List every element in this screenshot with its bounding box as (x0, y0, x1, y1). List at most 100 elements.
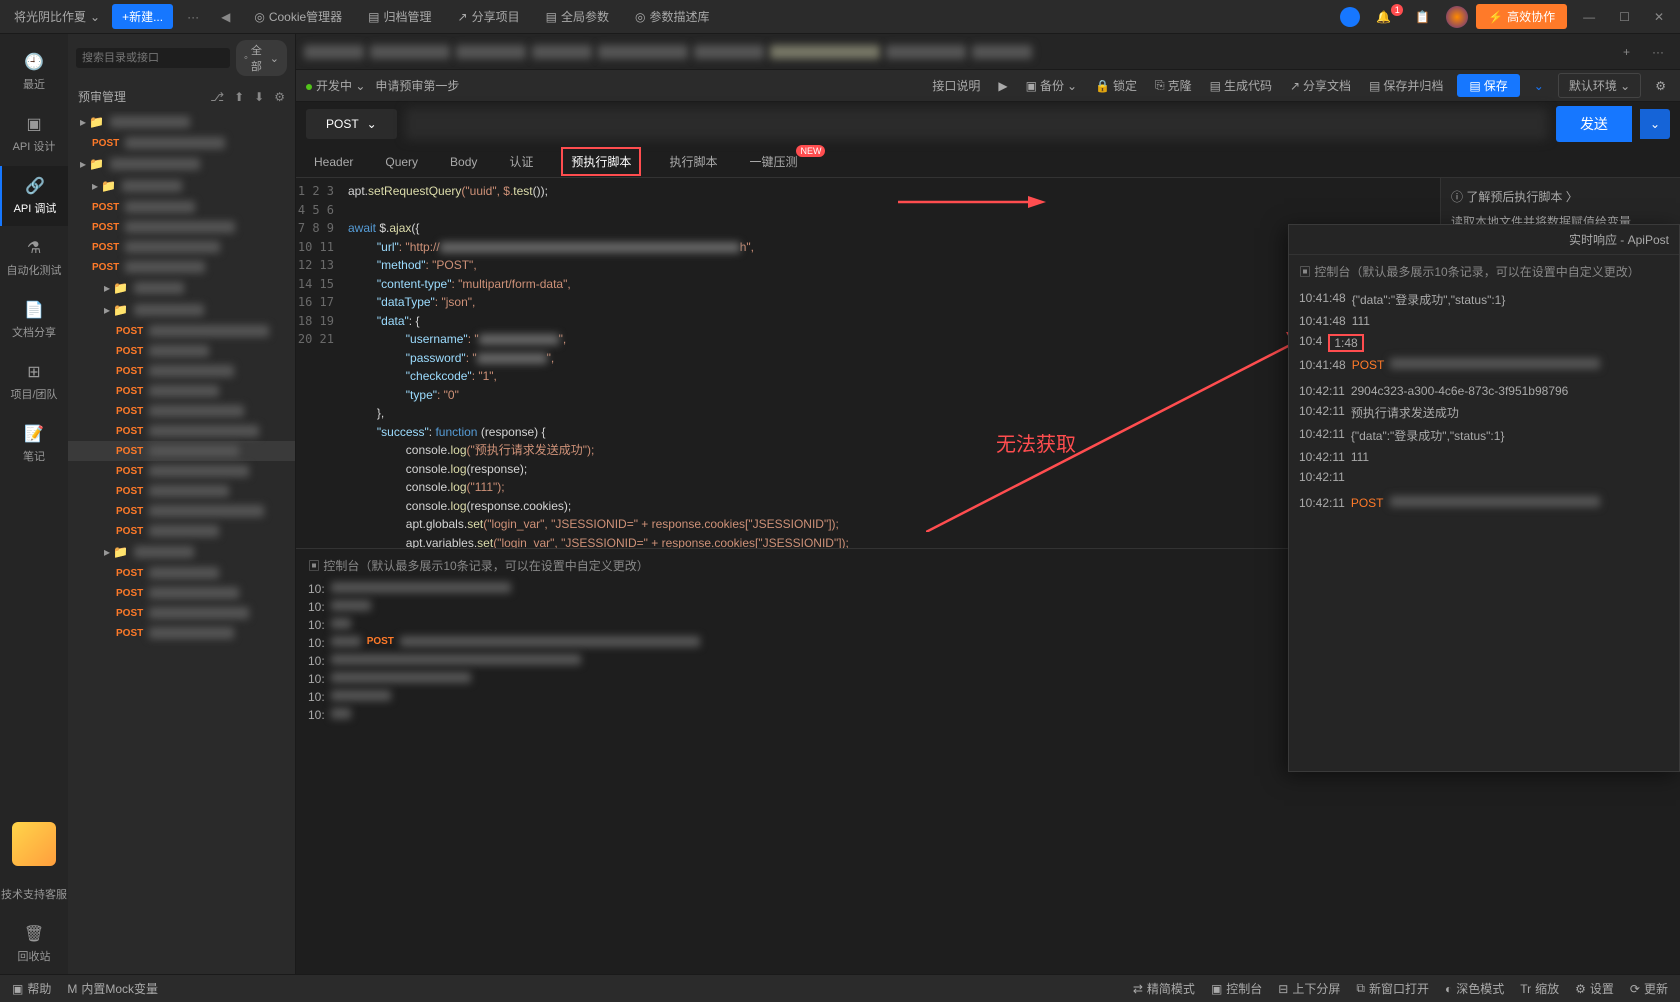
download-icon[interactable]: ⬇ (254, 90, 264, 104)
tree-item[interactable]: POST (68, 133, 295, 153)
filter-pill[interactable]: ◦ 全部 ⌄ (236, 40, 287, 76)
split-button[interactable]: ⊟ 上下分屏 (1278, 980, 1340, 997)
mock-button[interactable]: M 内置Mock变量 (67, 980, 158, 997)
tree-item[interactable]: POST (68, 521, 295, 541)
tree-item[interactable]: ▸ 📁 (68, 541, 295, 563)
tab[interactable] (532, 45, 592, 59)
cookie-manager-button[interactable]: ◎ Cookie管理器 (244, 8, 352, 25)
share-doc-button[interactable]: ↗ 分享文档 (1286, 77, 1355, 94)
param-desc-button[interactable]: ◎ 参数描述库 (625, 8, 720, 25)
tab-post-script[interactable]: 执行脚本 (665, 147, 721, 176)
add-tab-icon[interactable]: + (1615, 45, 1638, 59)
tree-item[interactable]: POST (68, 461, 295, 481)
tree-item[interactable]: POST (68, 563, 295, 583)
tree-item[interactable]: POST (68, 321, 295, 341)
method-select[interactable]: POST ⌄ (306, 109, 397, 139)
tree-item[interactable]: ▸ 📁 (68, 111, 295, 133)
notification-icon[interactable]: 🔔 (1368, 10, 1399, 24)
branch-icon[interactable]: ⎇ (210, 90, 224, 104)
global-params-button[interactable]: ▤ 全局参数 (536, 8, 619, 25)
env-select[interactable]: 默认环境 ⌄ (1558, 73, 1641, 98)
help-button[interactable]: ▣ 帮助 (12, 980, 51, 997)
tree-item[interactable]: ▸ 📁 (68, 299, 295, 321)
rail-recycle[interactable]: 🗑回收站 (0, 914, 68, 974)
note-icon[interactable]: 📋 (1407, 10, 1438, 24)
tree-item[interactable]: ▸ 📁 (68, 277, 295, 299)
tree-item[interactable]: POST (68, 341, 295, 361)
tree-item[interactable]: POST (68, 361, 295, 381)
tree-item[interactable]: ▸ 📁 (68, 153, 295, 175)
save-button[interactable]: ▤ 保存 (1457, 74, 1519, 97)
avatar[interactable] (1446, 6, 1468, 28)
tree-item[interactable]: POST (68, 501, 295, 521)
rail-doc-share[interactable]: 📄文档分享 (0, 290, 68, 350)
gen-code-button[interactable]: ▤ 生成代码 (1206, 77, 1276, 94)
tab[interactable] (886, 45, 966, 59)
env-settings-icon[interactable]: ⚙ (1651, 79, 1670, 93)
tree-item[interactable]: POST (68, 603, 295, 623)
clone-button[interactable]: ⎘ 克隆 (1151, 77, 1196, 94)
share-project-button[interactable]: ↗ 分享项目 (448, 8, 530, 25)
rail-support[interactable]: 技术支持客服 (0, 876, 68, 912)
more-icon[interactable]: ··· (179, 10, 207, 24)
tab[interactable] (304, 45, 364, 59)
tree-item[interactable]: POST (68, 583, 295, 603)
tree-item[interactable]: POST (68, 421, 295, 441)
tab[interactable] (370, 45, 450, 59)
save-archive-button[interactable]: ▤ 保存并归档 (1365, 77, 1447, 94)
tab[interactable] (770, 45, 880, 59)
rail-project-team[interactable]: ⊞项目/团队 (0, 352, 68, 412)
search-input[interactable] (76, 48, 230, 68)
tab-query[interactable]: Query (381, 149, 422, 175)
tab-body[interactable]: Body (446, 149, 481, 175)
maximize-icon[interactable]: ☐ (1611, 10, 1638, 24)
url-input[interactable] (405, 108, 1548, 140)
rail-recent[interactable]: 🕘最近 (0, 42, 68, 102)
help-link[interactable]: 了解预后执行脚本 (1466, 190, 1562, 204)
tree-item[interactable]: POST (68, 217, 295, 237)
dark-mode-button[interactable]: ◐ 深色模式 (1445, 980, 1504, 997)
tab[interactable] (456, 45, 526, 59)
rail-api-debug[interactable]: 🔗API 调试 (0, 166, 68, 226)
tab[interactable] (694, 45, 764, 59)
tree-item[interactable]: POST (68, 257, 295, 277)
tree-item[interactable]: POST (68, 623, 295, 643)
play-icon[interactable]: ▶ (994, 79, 1011, 93)
tab[interactable] (598, 45, 688, 59)
dev-status[interactable]: 开发中 ⌄ (306, 77, 365, 94)
workspace-name[interactable]: 将光阴比作夏 ⌄ (8, 8, 106, 25)
rail-notes[interactable]: 📝笔记 (0, 414, 68, 474)
promo-badge[interactable] (12, 822, 56, 866)
rail-auto-test[interactable]: ⚗自动化测试 (0, 228, 68, 288)
tree-item[interactable]: POST (68, 481, 295, 501)
tab-auth[interactable]: 认证 (505, 147, 537, 176)
update-button[interactable]: ⟳ 更新 (1630, 980, 1668, 997)
tab-more-icon[interactable]: ··· (1644, 45, 1672, 59)
settings-button[interactable]: ⚙ 设置 (1575, 980, 1614, 997)
zoom-button[interactable]: Tr 缩放 (1520, 980, 1559, 997)
simple-mode-button[interactable]: ⇄ 精简模式 (1133, 980, 1195, 997)
backup-button[interactable]: ▣ 备份 ⌄ (1022, 77, 1081, 94)
console-toggle-button[interactable]: ▣ 控制台 (1211, 980, 1262, 997)
minimize-icon[interactable]: — (1575, 10, 1603, 24)
tree-item[interactable]: POST (68, 197, 295, 217)
tree-item[interactable]: POST (68, 237, 295, 257)
send-button[interactable]: 发送 (1556, 106, 1632, 142)
upload-icon[interactable]: ⬆ (234, 90, 244, 104)
archive-button[interactable]: ▤ 归档管理 (358, 8, 441, 25)
send-dropdown[interactable]: ⌄ (1640, 109, 1670, 139)
new-button[interactable]: +新建... (112, 4, 173, 29)
new-window-button[interactable]: ⧉ 新窗口打开 (1356, 980, 1429, 997)
tree-item[interactable]: POST (68, 381, 295, 401)
close-icon[interactable]: ✕ (1646, 10, 1672, 24)
collab-button[interactable]: ⚡ 高效协作 (1476, 4, 1567, 29)
back-icon[interactable]: ◀ (213, 10, 238, 24)
tree-item[interactable]: POST (68, 441, 295, 461)
tree-item[interactable]: POST (68, 401, 295, 421)
tab-header[interactable]: Header (310, 149, 357, 175)
rail-api-design[interactable]: ▣API 设计 (0, 104, 68, 164)
filter-icon[interactable]: ⚙ (274, 90, 285, 104)
sync-icon[interactable] (1340, 7, 1360, 27)
tree-item[interactable]: ▸ 📁 (68, 175, 295, 197)
tab-pre-script[interactable]: 预执行脚本 (561, 147, 641, 176)
